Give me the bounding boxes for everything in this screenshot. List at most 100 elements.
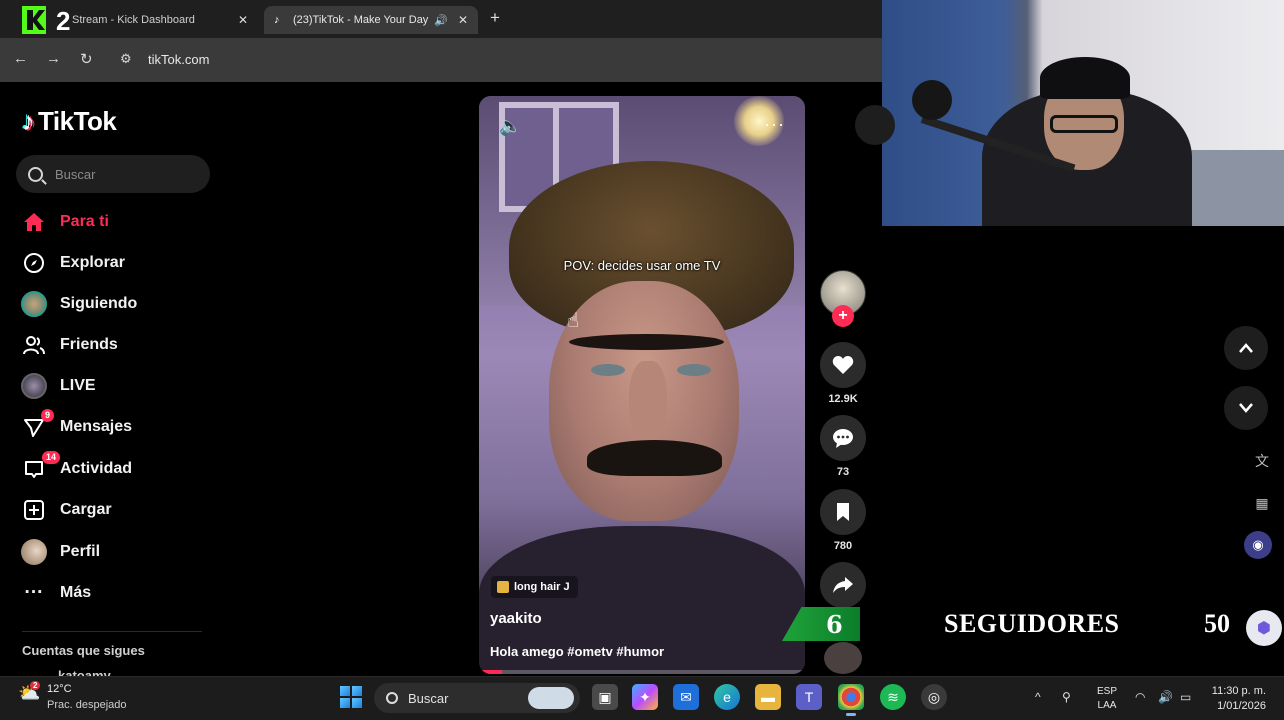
inbox-icon: 14: [20, 451, 60, 483]
close-tab-icon[interactable]: ✕: [458, 13, 468, 27]
webcam-glasses: [1050, 115, 1118, 133]
following-accounts-header: Cuentas que sigues: [22, 643, 145, 658]
music-tag[interactable]: long hair J: [491, 576, 578, 598]
edge-icon[interactable]: e: [714, 684, 740, 710]
follow-plus-icon[interactable]: +: [832, 305, 854, 327]
back-icon[interactable]: ←: [13, 50, 28, 67]
video-mustache: [587, 440, 722, 476]
sidebar-item-explorar[interactable]: Explorar: [20, 248, 125, 278]
teams-icon[interactable]: T: [796, 684, 822, 710]
sidebar-item-cargar[interactable]: Cargar: [20, 495, 112, 525]
language-indicator[interactable]: ESP LAA: [1097, 685, 1117, 713]
comment-button[interactable]: [820, 415, 866, 461]
sidebar-item-label: Perfil: [60, 543, 101, 560]
sidebar-item-label: Cargar: [60, 501, 112, 518]
browser-tab-bar: Stream - Kick Dashboard ✕ ♪ (23)TikTok -…: [0, 0, 882, 38]
battery-icon[interactable]: ▭: [1180, 690, 1191, 704]
unread-badge: 9: [40, 409, 54, 422]
site-info-icon[interactable]: ⚙: [120, 51, 132, 67]
sidebar-item-siguiendo[interactable]: Siguiendo: [20, 289, 137, 319]
tray-chevron-up-icon[interactable]: ^: [1035, 690, 1041, 704]
video-player[interactable]: POV: decides usar ome TV 🔈 ··· long hair…: [479, 96, 805, 674]
task-view-icon[interactable]: ▣: [592, 684, 618, 710]
url-field[interactable]: tikTok.com: [148, 52, 209, 67]
sidebar-item-mensajes[interactable]: 9 Mensajes: [20, 409, 133, 442]
clock-date: 1/01/2026: [1217, 700, 1266, 712]
sound-avatar[interactable]: [824, 642, 862, 674]
discord-extension-icon[interactable]: ◉: [1244, 531, 1272, 559]
previous-video-button[interactable]: [1224, 326, 1268, 370]
next-video-button[interactable]: [1224, 386, 1268, 430]
spotify-icon[interactable]: ≋: [880, 684, 906, 710]
taskbar-search[interactable]: [374, 683, 580, 713]
close-tab-icon[interactable]: ✕: [238, 13, 248, 27]
file-explorer-icon[interactable]: ▬: [755, 684, 781, 710]
like-button[interactable]: [820, 342, 866, 388]
upload-icon: [20, 496, 48, 524]
outlook-icon[interactable]: ✉: [673, 684, 699, 710]
video-right-eye: [677, 364, 711, 376]
search-input[interactable]: [55, 166, 195, 182]
keyboard-layout: LAA: [1097, 700, 1117, 711]
video-author[interactable]: yaakito: [490, 610, 542, 627]
avatar: [21, 539, 47, 565]
video-nose: [629, 361, 667, 446]
video-progress-bar[interactable]: [479, 670, 805, 674]
svg-text:2: 2: [56, 6, 70, 36]
save-count: 780: [833, 540, 853, 552]
notification-badge: 14: [41, 451, 60, 464]
start-button[interactable]: [340, 686, 362, 708]
volume-icon[interactable]: 🔈: [499, 116, 521, 137]
sidebar-item-label: Mensajes: [60, 418, 133, 435]
search-box[interactable]: [16, 155, 210, 193]
video-left-eye: [591, 364, 625, 376]
video-caption: Hola amego #ometv #humor: [490, 644, 665, 659]
weather-temperature[interactable]: 12°C: [47, 683, 72, 695]
friends-icon: [20, 331, 48, 359]
sidebar-item-mas[interactable]: ··· Más: [20, 578, 92, 608]
comment-count: 73: [836, 466, 850, 478]
following-account-item[interactable]: katoamy: [58, 668, 111, 676]
avatar: [21, 373, 47, 399]
weather-description[interactable]: Prac. despejado: [47, 699, 127, 711]
share-button[interactable]: [820, 562, 866, 608]
system-clock[interactable]: 11:30 p. m. 1/01/2026: [1208, 684, 1266, 714]
sidebar-item-label: Friends: [60, 336, 118, 353]
live-icon: [20, 372, 48, 400]
chrome-icon[interactable]: [838, 684, 864, 716]
sidebar-item-label: Más: [60, 584, 92, 601]
save-button[interactable]: [820, 489, 866, 535]
search-icon: [28, 166, 43, 182]
sidebar-item-actividad[interactable]: 14 Actividad: [20, 451, 133, 484]
volume-icon[interactable]: 🔊: [1158, 690, 1173, 704]
side-panel-button[interactable]: [855, 105, 895, 145]
sidebar-item-para-ti[interactable]: Para ti: [20, 207, 109, 237]
more-options-icon[interactable]: ···: [764, 114, 785, 135]
tab-tiktok[interactable]: ♪ (23)TikTok - Make Your Day 🔊 ✕: [264, 6, 478, 34]
copilot-icon[interactable]: ✦: [632, 684, 658, 710]
translate-icon[interactable]: 文: [1248, 447, 1276, 475]
webcam-feed: [882, 0, 1284, 226]
taskbar-search-input[interactable]: [408, 690, 518, 706]
tiktok-wordmark: TikTok: [38, 106, 117, 136]
sidebar-item-label: Siguiendo: [60, 295, 138, 312]
qr-code-icon[interactable]: ▦: [1248, 489, 1276, 517]
webcam-cap: [1040, 57, 1130, 99]
sidebar-item-friends[interactable]: Friends: [20, 330, 118, 360]
wifi-icon[interactable]: ◠: [1135, 690, 1145, 704]
sidebar-item-label: Actividad: [60, 460, 133, 477]
network-vpn-icon[interactable]: ⚲: [1062, 690, 1071, 704]
obs-icon[interactable]: ◎: [921, 684, 947, 710]
sidebar-item-perfil[interactable]: Perfil: [20, 537, 100, 567]
avatar-icon: [20, 290, 48, 318]
followers-current: 6: [826, 610, 843, 639]
address-bar: [0, 38, 882, 82]
reload-icon[interactable]: ↻: [80, 50, 93, 68]
sidebar-item-live[interactable]: LIVE: [20, 371, 96, 401]
forward-icon[interactable]: →: [46, 50, 61, 67]
webcam-microphone: [912, 80, 952, 120]
speaker-icon[interactable]: 🔊: [434, 14, 448, 27]
tiktok-logo[interactable]: ♪ TikTok: [22, 106, 117, 137]
new-tab-button[interactable]: +: [490, 8, 500, 28]
video-overlay-text: POV: decides usar ome TV: [563, 258, 721, 273]
